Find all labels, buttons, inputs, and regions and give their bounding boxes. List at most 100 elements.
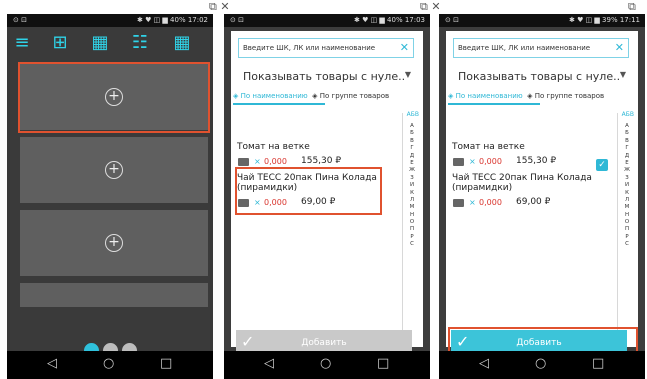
product-name[interactable]: Томат на ветке bbox=[237, 142, 377, 152]
product-name[interactable]: Чай TECC 20пак Пина Колада (пирамидки) bbox=[452, 173, 592, 193]
alpha-letter[interactable]: Д bbox=[623, 153, 631, 160]
alpha-letter[interactable]: О bbox=[623, 219, 631, 226]
highlight-box bbox=[18, 62, 210, 133]
alpha-letter[interactable]: В bbox=[623, 138, 631, 145]
phone-add-dialog-selected: ⊙ ⊡ ✱ ♥ ◫ ▆ 39% 17:11 Введите ШК, ЛК или… bbox=[439, 14, 645, 379]
tab-by-group[interactable]: ◈ По группе товаров bbox=[525, 92, 604, 100]
close-icon[interactable]: ✕ bbox=[220, 0, 229, 13]
filter-select[interactable]: Показывать товары с нуле.. ▼ bbox=[243, 70, 413, 83]
back-icon[interactable]: ◁ bbox=[47, 356, 57, 371]
recent-apps-icon[interactable]: □ bbox=[377, 356, 389, 371]
remove-icon[interactable]: × bbox=[469, 198, 476, 207]
alpha-letter[interactable]: Н bbox=[623, 212, 631, 219]
phone-home-screen: ⊙ ⊡ ✱ ♥ ◫ ▆ 40% 17:02 ≡ ⊞ ▦ ☷ ▦ + + + ◁ … bbox=[7, 14, 213, 379]
restore-icon[interactable]: ⧉ bbox=[628, 0, 636, 13]
alpha-letter[interactable]: Р bbox=[623, 234, 631, 241]
nav-bar: ◁ ○ □ bbox=[439, 351, 645, 379]
alpha-letter[interactable]: Б bbox=[623, 130, 631, 137]
clear-icon[interactable]: ✕ bbox=[400, 39, 409, 57]
grid-large-icon[interactable]: ▦ bbox=[169, 31, 195, 55]
search-input[interactable]: Введите ШК, ЛК или наименование ✕ bbox=[238, 38, 414, 58]
alpha-letter[interactable]: К bbox=[623, 190, 631, 197]
alphabet-index[interactable]: АБВГДЕЖЗИКЛМНОПРС bbox=[408, 123, 416, 249]
quantity[interactable]: 0,000 bbox=[479, 198, 502, 207]
alpha-letter[interactable]: Д bbox=[408, 153, 416, 160]
clear-icon[interactable]: ✕ bbox=[615, 39, 624, 57]
alpha-letter[interactable]: Ж bbox=[623, 167, 631, 174]
remove-icon[interactable]: × bbox=[469, 157, 476, 166]
tab-by-group[interactable]: ◈ По группе товаров bbox=[310, 92, 389, 100]
menu-icon[interactable]: ≡ bbox=[9, 31, 35, 55]
list-layout-icon[interactable]: ☷ bbox=[127, 31, 153, 55]
alpha-letter[interactable]: О bbox=[408, 219, 416, 226]
alpha-letter[interactable]: Л bbox=[623, 197, 631, 204]
dropdown-arrow-icon: ▼ bbox=[619, 70, 626, 79]
alpha-letter[interactable]: Е bbox=[623, 160, 631, 167]
alphabet-index[interactable]: АБВГДЕЖЗИКЛМНОПРС bbox=[623, 123, 631, 249]
search-placeholder: Введите ШК, ЛК или наименование bbox=[458, 44, 591, 52]
barcode-icon bbox=[453, 199, 464, 207]
alpha-letter[interactable]: Р bbox=[408, 234, 416, 241]
selected-checkbox[interactable]: ✓ bbox=[596, 159, 608, 171]
tab-label: По группе товаров bbox=[534, 92, 605, 100]
home-icon[interactable]: ○ bbox=[103, 356, 114, 371]
alpha-letter[interactable]: М bbox=[408, 204, 416, 211]
alpha-letter[interactable]: З bbox=[623, 175, 631, 182]
status-bar: ⊙ ⊡ ✱ ♥ ◫ ▆ 40% 17:02 bbox=[7, 14, 213, 27]
back-icon[interactable]: ◁ bbox=[479, 356, 489, 371]
tab-by-name[interactable]: ◈ По наименованию bbox=[233, 92, 308, 100]
tab-label: По наименованию bbox=[455, 92, 523, 100]
filter-value: Показывать товары с нуле.. bbox=[243, 70, 406, 83]
add-label: Добавить bbox=[301, 338, 347, 348]
tile-4[interactable] bbox=[20, 283, 208, 307]
home-icon[interactable]: ○ bbox=[535, 356, 546, 371]
alpha-letter[interactable]: П bbox=[408, 226, 416, 233]
highlight-box bbox=[235, 167, 382, 215]
window-controls-2[interactable]: ⧉ ✕ bbox=[420, 0, 441, 14]
alpha-letter[interactable]: Н bbox=[408, 212, 416, 219]
alpha-letter[interactable]: Г bbox=[623, 145, 631, 152]
price: 69,00 ₽ bbox=[516, 197, 551, 207]
alphabet-header: АБВ bbox=[621, 111, 634, 118]
alpha-letter[interactable]: П bbox=[623, 226, 631, 233]
home-icon[interactable]: ○ bbox=[320, 356, 331, 371]
recent-apps-icon[interactable]: □ bbox=[160, 356, 172, 371]
alpha-letter[interactable]: В bbox=[408, 138, 416, 145]
alphabet-header: АБВ bbox=[406, 111, 419, 118]
tile-2[interactable]: + bbox=[20, 137, 208, 203]
status-right-info: ✱ ♥ ◫ ▆ 39% 17:11 bbox=[569, 16, 640, 24]
barcode-icon bbox=[238, 158, 249, 166]
filter-select[interactable]: Показывать товары с нуле.. ▼ bbox=[458, 70, 628, 83]
back-icon[interactable]: ◁ bbox=[264, 356, 274, 371]
alpha-letter[interactable]: С bbox=[408, 241, 416, 248]
quantity[interactable]: 0,000 bbox=[264, 157, 287, 166]
status-left-icons: ⊙ ⊡ bbox=[13, 16, 27, 24]
alpha-letter[interactable]: А bbox=[408, 123, 416, 130]
quantity[interactable]: 0,000 bbox=[479, 157, 502, 166]
alpha-letter[interactable]: И bbox=[623, 182, 631, 189]
recent-apps-icon[interactable]: □ bbox=[592, 356, 604, 371]
search-input[interactable]: Введите ШК, ЛК или наименование ✕ bbox=[453, 38, 629, 58]
alpha-letter[interactable]: Е bbox=[408, 160, 416, 167]
alpha-letter[interactable]: И bbox=[408, 182, 416, 189]
divider bbox=[402, 113, 403, 331]
alpha-letter[interactable]: М bbox=[623, 204, 631, 211]
alpha-letter[interactable]: Л bbox=[408, 197, 416, 204]
restore-icon[interactable]: ⧉ bbox=[209, 0, 217, 13]
alpha-letter[interactable]: Б bbox=[408, 130, 416, 137]
alpha-letter[interactable]: С bbox=[623, 241, 631, 248]
tab-by-name[interactable]: ◈ По наименованию bbox=[448, 92, 523, 100]
alpha-letter[interactable]: Г bbox=[408, 145, 416, 152]
alpha-letter[interactable]: З bbox=[408, 175, 416, 182]
tile-3[interactable]: + bbox=[20, 210, 208, 276]
product-name[interactable]: Томат на ветке bbox=[452, 142, 592, 152]
close-icon[interactable]: ✕ bbox=[431, 0, 440, 13]
window-controls-1[interactable]: ⧉ ✕ bbox=[209, 0, 230, 14]
alpha-letter[interactable]: К bbox=[408, 190, 416, 197]
grid-small-icon[interactable]: ▦ bbox=[87, 31, 113, 55]
settings-sliders-icon[interactable]: ⊞ bbox=[47, 31, 73, 55]
restore-icon[interactable]: ⧉ bbox=[420, 0, 428, 13]
alpha-letter[interactable]: А bbox=[623, 123, 631, 130]
alpha-letter[interactable]: Ж bbox=[408, 167, 416, 174]
remove-icon[interactable]: × bbox=[254, 157, 261, 166]
